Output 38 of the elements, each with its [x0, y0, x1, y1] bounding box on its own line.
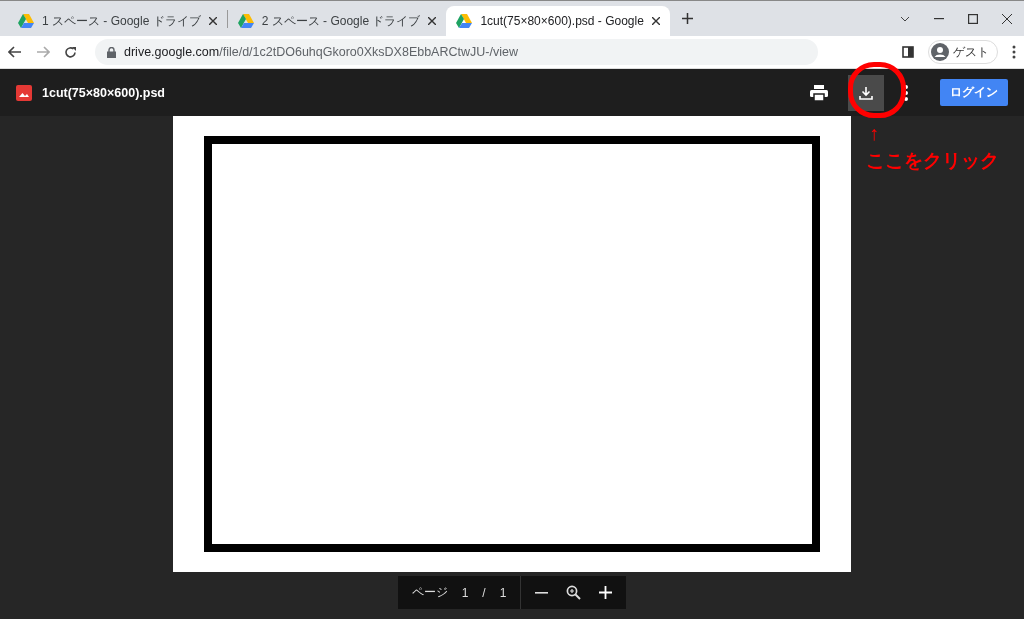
zoom-out-icon[interactable]	[535, 591, 549, 594]
avatar-icon	[931, 43, 949, 61]
page-separator: /	[482, 585, 486, 600]
close-icon[interactable]	[1002, 13, 1012, 24]
url-text: drive.google.com/file/d/1c2tDO6uhqGkoro0XksDX8EbbARCtwJU-/view	[124, 45, 518, 59]
current-page: 1	[461, 585, 469, 600]
annotation-label: ここをクリック	[866, 149, 999, 173]
drive-icon	[237, 14, 254, 28]
browser-tab[interactable]: 2 スペース - Google ドライブ	[227, 6, 447, 36]
zoom-icon[interactable]	[566, 585, 582, 600]
zoom-in-icon[interactable]	[599, 586, 613, 599]
close-icon[interactable]	[208, 17, 217, 25]
print-icon[interactable]	[810, 84, 828, 101]
browser-tab[interactable]: 1cut(75×80×600).psd - Google	[446, 6, 670, 36]
total-pages: 1	[499, 585, 507, 600]
browser-tab[interactable]: 1 スペース - Google ドライブ	[8, 6, 227, 36]
image-file-icon	[16, 84, 32, 101]
more-icon[interactable]	[904, 84, 908, 101]
minimize-icon[interactable]	[934, 17, 944, 20]
profile-button[interactable]: ゲスト	[928, 40, 998, 64]
drive-icon	[18, 14, 34, 28]
login-button[interactable]: ログイン	[940, 79, 1008, 106]
side-panel-icon[interactable]	[902, 46, 914, 58]
page-label: ページ	[411, 584, 448, 601]
drive-icon	[456, 14, 473, 28]
reload-icon[interactable]	[64, 45, 77, 59]
back-icon[interactable]	[8, 46, 22, 58]
new-tab-icon[interactable]	[681, 13, 693, 24]
address-bar[interactable]: drive.google.com/file/d/1c2tDO6uhqGkoro0XksDX8EbbARCtwJU-/view	[95, 39, 818, 65]
close-icon[interactable]	[428, 17, 437, 25]
chevron-down-icon[interactable]	[900, 15, 910, 22]
annotation-arrow: ↑	[869, 122, 879, 145]
close-icon[interactable]	[651, 17, 660, 25]
maximize-icon[interactable]	[968, 13, 978, 24]
download-icon	[859, 85, 873, 100]
file-name: 1cut(75×80×600).psd	[42, 85, 166, 100]
lock-icon	[107, 46, 116, 58]
more-icon[interactable]	[1012, 45, 1016, 59]
